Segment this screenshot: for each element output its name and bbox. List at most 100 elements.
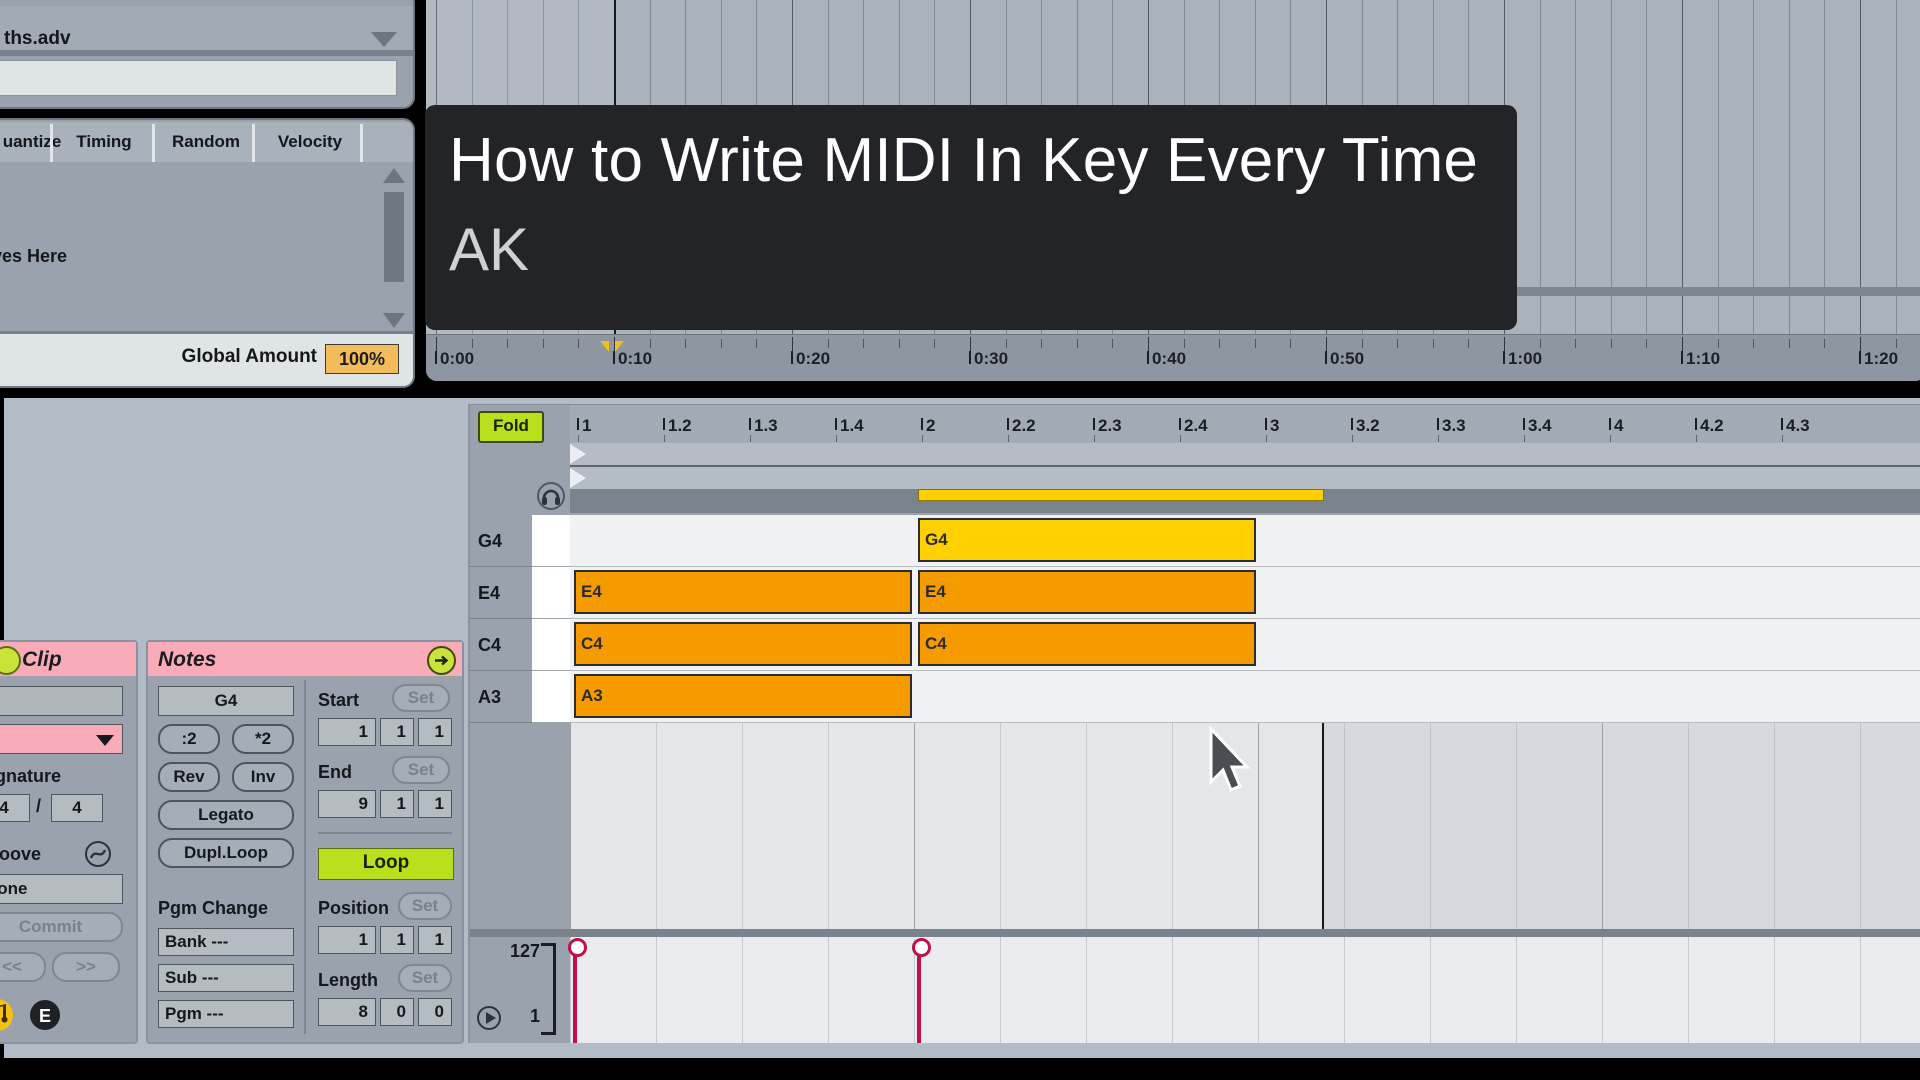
groove-icon[interactable] bbox=[84, 840, 112, 868]
groove-pool-scrollbar[interactable] bbox=[381, 164, 407, 332]
next-groove-button[interactable]: >> bbox=[52, 952, 120, 982]
end-beats-field[interactable]: 1 bbox=[380, 790, 414, 818]
clip-loop-row[interactable] bbox=[570, 467, 1920, 491]
duplicate-loop-button[interactable]: Dupl.Loop bbox=[158, 838, 294, 868]
pgm-field[interactable]: Pgm --- bbox=[158, 1000, 294, 1028]
clip-panel-title-bar: Clip bbox=[0, 642, 136, 676]
key-label-a3[interactable]: A3 bbox=[470, 671, 532, 723]
clip-color-swatch[interactable] bbox=[0, 724, 123, 754]
note-grid[interactable]: E4 C4 A3 G4 E4 C4 bbox=[570, 515, 1920, 935]
piano-key-c4[interactable] bbox=[532, 619, 570, 671]
start-bars-field[interactable]: 1 bbox=[318, 718, 376, 746]
velocity-handle[interactable] bbox=[568, 938, 587, 957]
midi-note[interactable]: A3 bbox=[574, 674, 912, 718]
invert-button[interactable]: Inv bbox=[232, 762, 294, 792]
loop-brace-bar[interactable] bbox=[570, 489, 1920, 513]
velocity-handle[interactable] bbox=[912, 938, 931, 957]
chevron-down-icon[interactable] bbox=[371, 32, 397, 47]
midi-note[interactable]: E4 bbox=[574, 570, 912, 614]
position-bars-field[interactable]: 1 bbox=[318, 926, 376, 954]
ruler-subtick bbox=[1183, 339, 1185, 348]
position-label: Position bbox=[318, 898, 389, 918]
position-sixteenths-field[interactable]: 1 bbox=[418, 926, 452, 954]
sub-field[interactable]: Sub --- bbox=[158, 964, 294, 992]
play-circle-icon[interactable] bbox=[476, 1005, 502, 1031]
commit-button[interactable]: Commit bbox=[0, 912, 123, 942]
start-sixteenths-field[interactable]: 1 bbox=[418, 718, 452, 746]
loop-start-marker-icon[interactable] bbox=[600, 341, 609, 352]
double-duration-button[interactable]: *2 bbox=[232, 724, 294, 754]
legato-button[interactable]: Legato bbox=[158, 800, 294, 830]
signature-numerator-field[interactable]: 4 bbox=[0, 794, 30, 822]
ruler-subtick bbox=[685, 339, 687, 348]
bar-ruler[interactable]: 1 1.2 1.3 1.4 2 2.2 2.3 2.4 3 3.2 3.3 3.4 4 4.2 4.3 bbox=[570, 405, 1920, 443]
length-sixteenths-field[interactable]: 0 bbox=[418, 998, 452, 1026]
piano-key-column[interactable] bbox=[532, 515, 570, 935]
clip-start-row[interactable] bbox=[570, 443, 1920, 467]
length-bars-field[interactable]: 8 bbox=[318, 998, 376, 1026]
length-set-button[interactable]: Set bbox=[398, 964, 452, 992]
signature-denominator-field[interactable]: 4 bbox=[51, 794, 103, 822]
clip-marker-rows[interactable] bbox=[570, 443, 1920, 515]
end-bars-field[interactable]: 9 bbox=[318, 790, 376, 818]
global-amount-value[interactable]: 100% bbox=[325, 344, 399, 374]
column-header-timing[interactable]: Timing bbox=[54, 122, 154, 162]
search-input[interactable] bbox=[0, 60, 397, 96]
chevron-down-icon[interactable] bbox=[96, 735, 114, 746]
preset-selector-row[interactable]: ths.adv bbox=[0, 6, 413, 50]
time-ruler[interactable]: 0:00 0:10 0:20 0:30 0:40 0:50 1:00 1:10 1:20 bbox=[426, 334, 1920, 381]
previous-groove-button[interactable]: << bbox=[0, 952, 46, 982]
column-header-random[interactable]: Random bbox=[156, 122, 256, 162]
ruler-subtick bbox=[1041, 339, 1043, 348]
velocity-stem[interactable] bbox=[917, 951, 921, 1043]
midi-note[interactable]: G4 bbox=[918, 518, 1256, 562]
scroll-up-icon[interactable] bbox=[383, 168, 405, 183]
scrollbar-thumb[interactable] bbox=[384, 192, 404, 282]
note-pitch-field[interactable]: G4 bbox=[158, 686, 294, 716]
column-header-velocity[interactable]: Velocity bbox=[256, 122, 364, 162]
velocity-lane[interactable] bbox=[568, 937, 1920, 1043]
start-beats-field[interactable]: 1 bbox=[380, 718, 414, 746]
loop-end-marker-icon[interactable] bbox=[615, 341, 624, 352]
end-set-button[interactable]: Set bbox=[392, 756, 450, 784]
key-label-c4[interactable]: C4 bbox=[470, 619, 532, 671]
piano-key-e4[interactable] bbox=[532, 567, 570, 619]
halve-duration-button[interactable]: :2 bbox=[158, 724, 220, 754]
reverse-button[interactable]: Rev bbox=[158, 762, 220, 792]
length-beats-field[interactable]: 0 bbox=[380, 998, 414, 1026]
clip-loop-marker-icon[interactable] bbox=[570, 468, 586, 488]
arrow-right-circle-icon[interactable] bbox=[427, 646, 456, 675]
piano-key-g4[interactable] bbox=[532, 515, 570, 567]
bank-field[interactable]: Bank --- bbox=[158, 928, 294, 956]
midi-note[interactable]: C4 bbox=[574, 622, 912, 666]
ruler-subtick bbox=[1005, 339, 1007, 348]
overlay-subtitle: AK bbox=[449, 216, 530, 283]
clip-name-field[interactable] bbox=[0, 686, 123, 716]
position-beats-field[interactable]: 1 bbox=[380, 926, 414, 954]
key-label-g4[interactable]: G4 bbox=[470, 515, 532, 567]
headphones-icon[interactable] bbox=[536, 481, 566, 511]
ruler-subtick bbox=[1468, 339, 1470, 348]
end-sixteenths-field[interactable]: 1 bbox=[418, 790, 452, 818]
groove-value-field[interactable]: None bbox=[0, 874, 123, 904]
start-set-button[interactable]: Set bbox=[392, 684, 450, 712]
fold-button[interactable]: Fold bbox=[478, 411, 544, 443]
loop-toggle-button[interactable]: Loop bbox=[318, 848, 454, 880]
piano-key-a3[interactable] bbox=[532, 671, 570, 723]
music-note-icon[interactable] bbox=[0, 998, 14, 1032]
info-circle-icon[interactable] bbox=[0, 646, 21, 675]
clip-start-marker-icon[interactable] bbox=[570, 444, 586, 464]
key-label-e4[interactable]: E4 bbox=[470, 567, 532, 619]
groove-pool-list[interactable]: ooves Here bbox=[0, 162, 413, 332]
envelope-e-icon[interactable]: E bbox=[28, 998, 62, 1032]
key-name-column[interactable]: G4 E4 C4 A3 bbox=[470, 515, 532, 935]
scroll-down-icon[interactable] bbox=[383, 313, 405, 328]
position-set-button[interactable]: Set bbox=[398, 892, 452, 920]
ruler-subtick bbox=[578, 339, 580, 348]
midi-note[interactable]: E4 bbox=[918, 570, 1256, 614]
velocity-stem[interactable] bbox=[573, 951, 577, 1043]
midi-note[interactable]: C4 bbox=[918, 622, 1256, 666]
midi-note-editor[interactable]: Fold 1 1.2 1.3 1.4 2 2.2 2.3 2.4 3 3.2 3.3 3.4 4 4.2 4… bbox=[468, 404, 1920, 1043]
arrangement-time-mark: 0:20 bbox=[790, 349, 831, 368]
loop-brace-active[interactable] bbox=[918, 489, 1324, 501]
